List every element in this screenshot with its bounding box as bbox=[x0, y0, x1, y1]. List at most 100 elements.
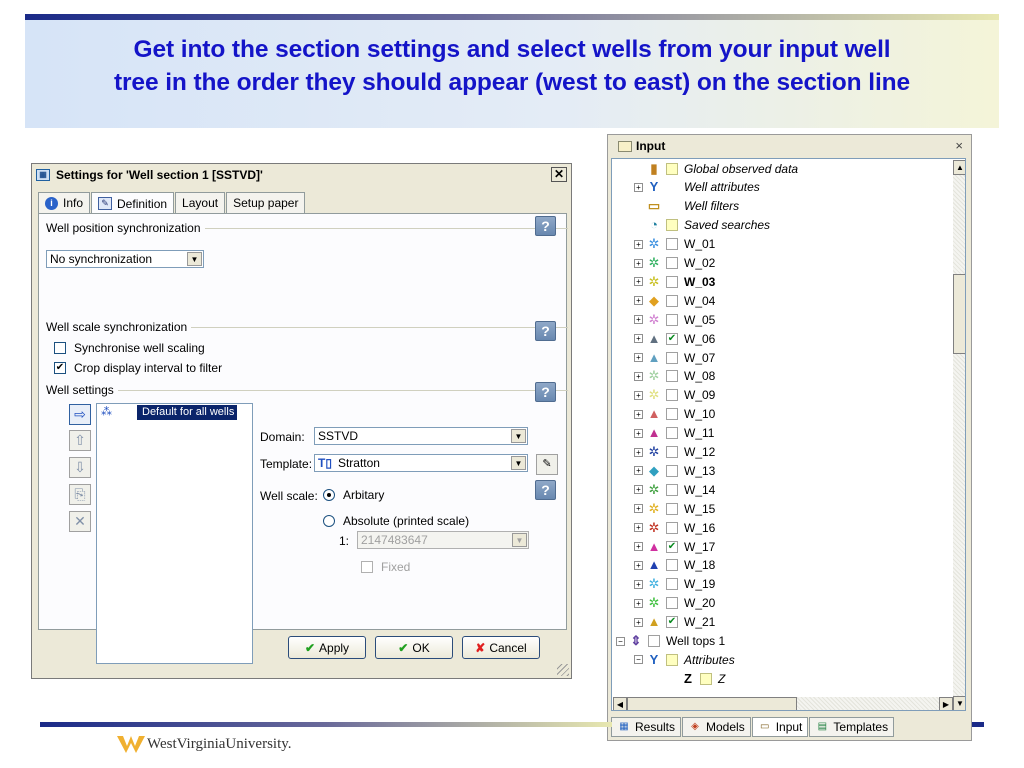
visibility-checkbox[interactable] bbox=[666, 427, 678, 440]
well-settings-list[interactable]: ⁂ Default for all wells bbox=[96, 403, 253, 664]
tree-item-w-04[interactable]: + ◆ W_04 bbox=[634, 292, 715, 309]
visibility-checkbox[interactable]: ✔ bbox=[666, 332, 678, 345]
expand-toggle-icon[interactable]: + bbox=[634, 390, 643, 400]
ok-button[interactable]: ✔ OK bbox=[375, 636, 453, 659]
visibility-checkbox[interactable] bbox=[666, 219, 678, 232]
visibility-checkbox[interactable] bbox=[666, 464, 678, 477]
tree-item-w-06[interactable]: + ▲ ✔ W_06 bbox=[634, 330, 715, 347]
visibility-checkbox[interactable] bbox=[666, 408, 678, 421]
copy-settings-button[interactable]: ⎘ bbox=[69, 484, 91, 505]
visibility-checkbox[interactable] bbox=[666, 597, 678, 610]
help-button-settings[interactable]: ? bbox=[535, 382, 556, 402]
tree-item-attributes[interactable]: − Y Attributes bbox=[634, 651, 735, 668]
tree-item-w-07[interactable]: + ▲ W_07 bbox=[634, 349, 715, 366]
select-arrow-button[interactable]: ⇨ bbox=[69, 404, 91, 425]
scroll-left-icon[interactable]: ◀ bbox=[613, 697, 627, 710]
apply-button[interactable]: ✔ Apply bbox=[288, 636, 366, 659]
expand-toggle-icon[interactable]: + bbox=[634, 598, 643, 608]
horizontal-scrollbar[interactable]: ◀ ▶ bbox=[613, 697, 953, 710]
tree-item-w-15[interactable]: + ✲ W_15 bbox=[634, 500, 715, 517]
expand-toggle-icon[interactable]: + bbox=[634, 560, 643, 570]
list-item-default[interactable]: Default for all wells bbox=[137, 405, 237, 420]
scroll-down-icon[interactable]: ▼ bbox=[953, 696, 965, 710]
tree-item-w-09[interactable]: + ✲ W_09 bbox=[634, 387, 715, 404]
expand-toggle-icon[interactable]: + bbox=[634, 617, 643, 627]
expand-toggle-icon[interactable]: + bbox=[634, 371, 643, 381]
visibility-checkbox[interactable]: ✔ bbox=[666, 616, 678, 629]
visibility-checkbox[interactable] bbox=[666, 483, 678, 496]
tree-item-well-tops-1[interactable]: − ⇕ Well tops 1 bbox=[616, 633, 725, 650]
hscroll-thumb[interactable] bbox=[627, 697, 797, 710]
expand-toggle-icon[interactable]: + bbox=[634, 542, 643, 551]
tree-item-w-03[interactable]: + ✲ W_03 bbox=[634, 273, 715, 290]
vertical-scrollbar[interactable]: ▲ ▼ bbox=[953, 160, 965, 710]
tree-item-w-19[interactable]: + ✲ W_19 bbox=[634, 576, 715, 593]
visibility-checkbox[interactable] bbox=[666, 446, 678, 458]
input-tree[interactable]: Z Z − Y Attributes − ⇕ Well tops 1 + ▲ ✔ W_21 + ✲ W_20… bbox=[611, 158, 966, 711]
tree-item-w-21[interactable]: + ▲ ✔ W_21 bbox=[634, 614, 715, 631]
expand-toggle-icon[interactable]: + bbox=[634, 447, 643, 457]
expand-toggle-icon[interactable]: + bbox=[634, 334, 643, 344]
scale-value-select[interactable]: 2147483647 ▼ bbox=[357, 531, 529, 549]
tree-item-global-observed-data[interactable]: ▮ Global observed data bbox=[634, 160, 798, 177]
fixed-checkbox[interactable]: Fixed bbox=[361, 560, 410, 574]
visibility-checkbox[interactable]: ✔ bbox=[666, 540, 678, 553]
expand-toggle-icon[interactable]: + bbox=[634, 182, 643, 192]
absolute-radio[interactable]: Absolute (printed scale) bbox=[323, 514, 469, 528]
expand-toggle-icon[interactable]: + bbox=[634, 277, 643, 287]
cancel-button[interactable]: ✘ Cancel bbox=[462, 636, 540, 659]
sync-scaling-checkbox[interactable]: Synchronise well scaling bbox=[54, 341, 205, 355]
tree-item-w-01[interactable]: + ✲ W_01 bbox=[634, 236, 715, 253]
expand-toggle-icon[interactable]: + bbox=[634, 409, 643, 419]
visibility-checkbox[interactable] bbox=[666, 294, 678, 307]
visibility-checkbox[interactable] bbox=[666, 559, 678, 572]
visibility-checkbox[interactable] bbox=[666, 275, 678, 288]
expand-toggle-icon[interactable]: + bbox=[634, 315, 643, 325]
template-select[interactable]: T▯ Stratton ▼ bbox=[314, 454, 528, 472]
tree-item-w-18[interactable]: + ▲ W_18 bbox=[634, 557, 715, 574]
tree-item-w-20[interactable]: + ✲ W_20 bbox=[634, 595, 715, 612]
visibility-checkbox[interactable] bbox=[666, 351, 678, 364]
visibility-checkbox[interactable] bbox=[666, 502, 678, 515]
expand-toggle-icon[interactable]: − bbox=[634, 655, 643, 665]
visibility-checkbox[interactable] bbox=[666, 521, 678, 534]
visibility-checkbox[interactable] bbox=[666, 162, 678, 175]
tab-setup-paper[interactable]: Setup paper bbox=[226, 192, 306, 213]
tree-item-w-08[interactable]: + ✲ W_08 bbox=[634, 368, 715, 385]
help-button-scale[interactable]: ? bbox=[535, 321, 556, 341]
tree-item-w-10[interactable]: + ▲ W_10 bbox=[634, 406, 715, 423]
tree-item-well-attributes[interactable]: + Y Well attributes bbox=[634, 179, 760, 196]
tree-item-w-05[interactable]: + ✲ W_05 bbox=[634, 311, 715, 328]
close-icon[interactable]: ✕ bbox=[551, 167, 567, 182]
expand-toggle-icon[interactable]: + bbox=[634, 353, 643, 362]
scroll-up-icon[interactable]: ▲ bbox=[953, 160, 965, 175]
expand-toggle-icon[interactable]: + bbox=[634, 296, 643, 306]
expand-toggle-icon[interactable]: + bbox=[634, 579, 643, 589]
tree-item-saved-searches[interactable]: ◔ Saved searches bbox=[634, 217, 770, 234]
arbitrary-radio[interactable]: Arbitary bbox=[323, 488, 384, 502]
visibility-checkbox[interactable] bbox=[666, 389, 678, 402]
scroll-thumb[interactable] bbox=[953, 274, 965, 354]
visibility-checkbox[interactable] bbox=[666, 257, 678, 269]
tab-templates[interactable]: ▤ Templates bbox=[809, 717, 895, 737]
visibility-checkbox[interactable] bbox=[700, 672, 712, 685]
tree-item-w-13[interactable]: + ◆ W_13 bbox=[634, 462, 715, 479]
delete-button[interactable]: ✕ bbox=[69, 511, 91, 532]
close-icon[interactable]: × bbox=[955, 138, 963, 153]
tree-item-w-11[interactable]: + ▲ W_11 bbox=[634, 425, 714, 442]
tree-item-w-16[interactable]: + ✲ W_16 bbox=[634, 519, 715, 536]
edit-template-button[interactable]: ✎ bbox=[536, 454, 558, 475]
tab-info[interactable]: i Info bbox=[38, 192, 91, 213]
visibility-checkbox[interactable] bbox=[666, 370, 678, 383]
visibility-checkbox[interactable] bbox=[666, 578, 678, 591]
tree-item-w-12[interactable]: + ✲ W_12 bbox=[634, 444, 715, 461]
help-button-template[interactable]: ? bbox=[535, 480, 556, 500]
tab-layout[interactable]: Layout bbox=[175, 192, 226, 213]
visibility-checkbox[interactable] bbox=[666, 238, 678, 251]
tree-item-w-02[interactable]: + ✲ W_02 bbox=[634, 255, 715, 272]
tab-models[interactable]: ◈ Models bbox=[682, 717, 751, 737]
visibility-checkbox[interactable] bbox=[648, 635, 660, 647]
expand-toggle-icon[interactable]: + bbox=[634, 523, 643, 533]
expand-toggle-icon[interactable]: + bbox=[634, 466, 643, 476]
expand-toggle-icon[interactable]: + bbox=[634, 428, 643, 438]
